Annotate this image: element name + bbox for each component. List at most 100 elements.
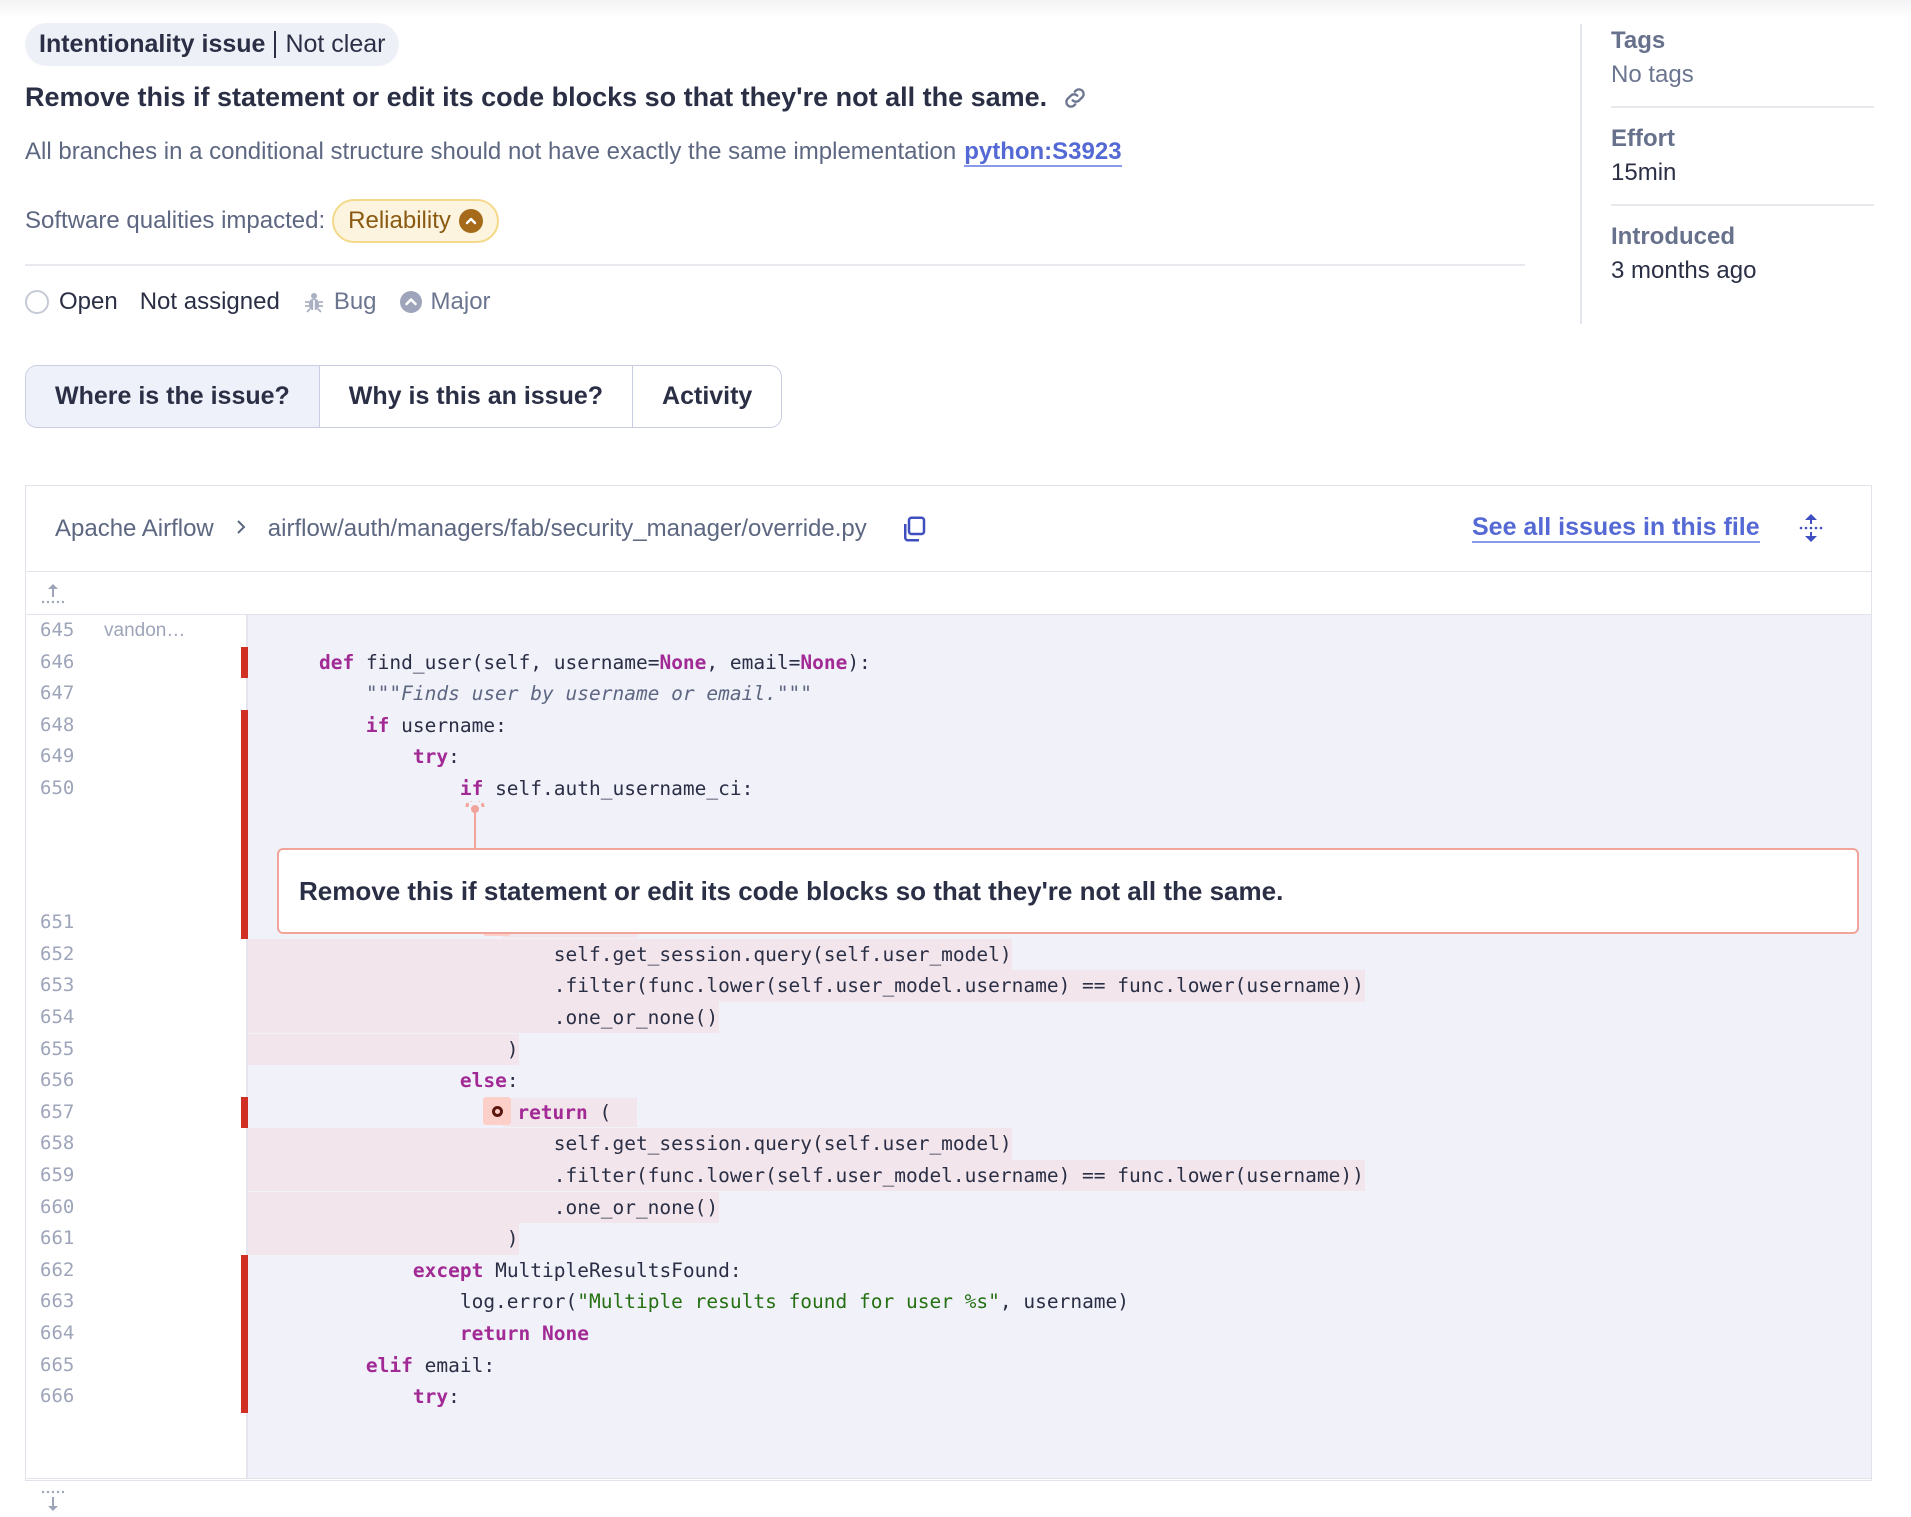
line-number[interactable]: 648 <box>40 710 74 742</box>
status-label: Open <box>59 288 118 315</box>
code-text: ) <box>272 1037 519 1061</box>
code-text: return ( <box>272 1097 611 1129</box>
introduced-label: Introduced <box>1611 223 1735 250</box>
code-text: ) <box>272 1227 519 1251</box>
code-text: """Finds user by username or email.""" <box>272 678 812 710</box>
code-text: else: <box>459 1069 519 1093</box>
badge-divider <box>274 31 277 58</box>
code-line: 664 return None <box>26 1318 1871 1350</box>
code-text: def find_user(self, username=None, email… <box>318 650 871 674</box>
code-line: 658 self.get_session.query(self.user_mod… <box>26 1128 1871 1160</box>
code-area: 645 vandon… 646 def find_user(self, userna… <box>26 615 1871 1478</box>
line-number[interactable]: 659 <box>40 1160 74 1192</box>
breadcrumb-file-path: airflow/auth/managers/fab/security_manag… <box>267 514 867 542</box>
line-number[interactable]: 651 <box>40 907 74 939</box>
line-number[interactable]: 663 <box>40 1286 74 1318</box>
code-viewer-header: Apache Airflow airflow/auth/managers/fab… <box>26 486 1871 572</box>
expand-down-icon[interactable] <box>38 1487 68 1515</box>
code-text: except MultipleResultsFound: <box>412 1258 742 1282</box>
code-text: .filter(func.lower(self.user_model.usern… <box>272 974 1364 998</box>
issue-severity: Major <box>399 288 491 316</box>
clean-code-category: Not clear <box>285 30 386 58</box>
code-text: self.get_session.query(self.user_model) <box>272 942 1012 966</box>
qualities-label: Software qualities impacted: <box>25 207 326 234</box>
clean-code-attribute: Intentionality issue <box>39 30 266 58</box>
tags-section: Tags No tags <box>1611 24 1874 108</box>
code-line: 657 return ( <box>26 1097 1871 1129</box>
line-number[interactable]: 665 <box>40 1350 74 1382</box>
code-line: 661 ) <box>26 1223 1871 1255</box>
line-number[interactable]: 646 <box>40 647 74 679</box>
software-qualities-row: Software qualities impacted: Reliability <box>25 199 499 243</box>
line-number[interactable]: 660 <box>40 1192 74 1224</box>
copy-path-icon[interactable] <box>899 514 929 544</box>
line-number[interactable]: 649 <box>40 741 74 773</box>
code-text: if self.auth_username_ci: <box>459 777 754 800</box>
see-all-issues-link[interactable]: See all issues in this file <box>1472 513 1760 543</box>
severity-medium-icon <box>458 209 483 233</box>
line-number[interactable]: 657 <box>40 1097 74 1129</box>
code-line: 652 self.get_session.query(self.user_mod… <box>26 939 1871 971</box>
tab-activity[interactable]: Activity <box>633 366 782 427</box>
tab-where-is-the-issue[interactable]: Where is the issue? <box>26 366 320 427</box>
status-open-icon <box>25 290 49 314</box>
effort-value: 15min <box>1611 159 1677 186</box>
rule-key-link[interactable]: python:S3923 <box>964 138 1122 167</box>
line-number[interactable]: 666 <box>40 1381 74 1413</box>
code-line: 666 try: <box>26 1381 1871 1413</box>
introduced-section: Introduced 3 months ago <box>1611 220 1874 302</box>
line-number[interactable]: 652 <box>40 939 74 971</box>
line-number[interactable]: 650 <box>40 773 74 805</box>
effort-section: Effort 15min <box>1611 122 1874 206</box>
line-number[interactable]: 656 <box>40 1065 74 1097</box>
reliability-quality-badge[interactable]: Reliability <box>332 199 499 243</box>
severity-major-icon <box>399 290 423 314</box>
line-number[interactable]: 645 <box>40 615 74 647</box>
code-text: .one_or_none() <box>272 1005 719 1029</box>
issue-tabs: Where is the issue? Why is this an issue… <box>25 365 783 428</box>
tab-why-is-this-an-issue[interactable]: Why is this an issue? <box>319 366 634 427</box>
code-line: 649 try: <box>26 741 1871 773</box>
expand-down-row <box>26 1478 1871 1517</box>
inline-issue-message[interactable]: Remove this if statement or edit its cod… <box>277 848 1859 934</box>
code-line: 662 except MultipleResultsFound: <box>26 1255 1871 1287</box>
line-number[interactable]: 654 <box>40 1002 74 1034</box>
issue-sidebar: Tags No tags Effort 15min Introduced 3 m… <box>1580 24 1874 324</box>
line-number[interactable]: 653 <box>40 970 74 1002</box>
code-text: return None <box>459 1321 590 1345</box>
code-text: .filter(func.lower(self.user_model.usern… <box>272 1163 1364 1187</box>
code-viewer: Apache Airflow airflow/auth/managers/fab… <box>25 485 1872 1511</box>
code-text: try: <box>412 745 460 769</box>
secondary-location-marker-icon[interactable] <box>483 1097 512 1126</box>
clean-code-attribute-badge: Intentionality issue Not clear <box>25 23 400 66</box>
expand-all-icon[interactable] <box>1797 512 1825 551</box>
expand-up-icon[interactable] <box>38 580 68 608</box>
code-text: .one_or_none() <box>272 1195 719 1219</box>
code-line: 647 """Finds user by username or email."… <box>26 678 1871 710</box>
code-line: 659 .filter(func.lower(self.user_model.u… <box>26 1160 1871 1192</box>
line-number[interactable]: 647 <box>40 678 74 710</box>
assignee-selector[interactable]: Not assigned <box>140 288 280 316</box>
permalink-icon[interactable] <box>1061 84 1089 112</box>
status-selector[interactable]: Open <box>25 288 118 316</box>
assignee-label: Not assigned <box>139 288 280 315</box>
top-shadow <box>0 0 1911 18</box>
code-line: 665 elif email: <box>26 1350 1871 1382</box>
line-number[interactable]: 664 <box>40 1318 74 1350</box>
line-number[interactable]: 655 <box>40 1034 74 1066</box>
issue-type: Bug <box>302 288 377 316</box>
line-number[interactable]: 658 <box>40 1128 74 1160</box>
code-text: try: <box>412 1385 460 1409</box>
issue-title: Remove this if statement or edit its cod… <box>25 82 1048 112</box>
docstring: """Finds user by username or email.""" <box>365 682 813 706</box>
breadcrumb-project[interactable]: Apache Airflow <box>55 515 214 543</box>
code-line: 648 if username: <box>26 710 1871 742</box>
divider <box>25 264 1525 266</box>
tags-value[interactable]: No tags <box>1611 58 1874 92</box>
code-line: 645 vandon… <box>26 615 1871 647</box>
blame-author[interactable]: vandon… <box>104 615 185 647</box>
line-number[interactable]: 661 <box>40 1223 74 1255</box>
line-number[interactable]: 662 <box>40 1255 74 1287</box>
issue-meta-row: Open Not assigned Bug Major <box>25 288 513 316</box>
rule-description-row: All branches in a conditional structure … <box>25 138 1122 167</box>
